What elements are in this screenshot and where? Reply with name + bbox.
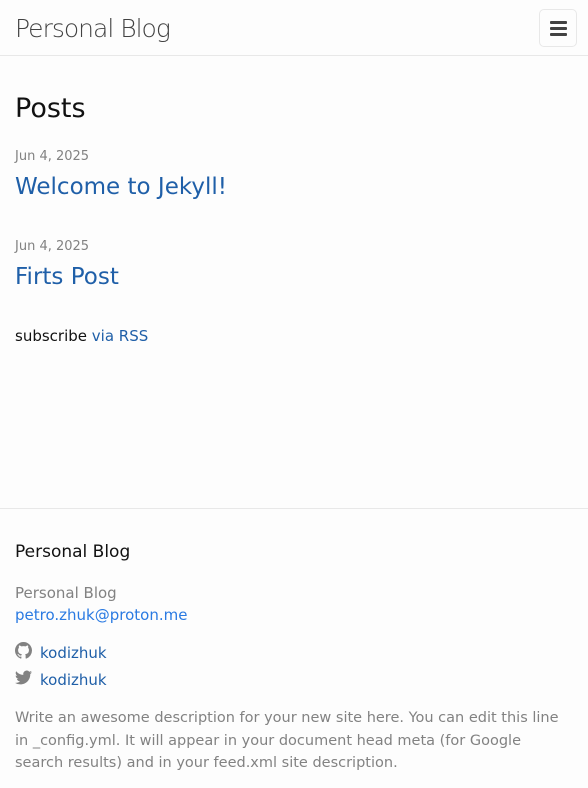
footer-email-link[interactable]: petro.zhuk@proton.me [15,605,187,625]
twitter-username-link[interactable]: kodizhuk [40,670,107,690]
site-title-link[interactable]: Personal Blog [15,12,171,46]
post-title-link[interactable]: Welcome to Jekyll! [15,173,227,201]
site-header: Personal Blog [0,0,588,56]
github-icon [15,642,32,659]
rss-subscribe: subscribe via RSS [15,326,148,346]
post-title-link[interactable]: Firts Post [15,263,119,291]
footer-site-name: Personal Blog [15,584,117,602]
page-heading: Posts [15,93,86,124]
rss-link[interactable]: via RSS [92,327,148,345]
footer-description: Write an awesome description for your ne… [15,710,559,771]
menu-button[interactable] [539,9,577,47]
rss-prefix: subscribe [15,327,87,345]
post-date: Jun 4, 2025 [15,239,90,254]
post-date: Jun 4, 2025 [15,149,90,164]
footer-heading: Personal Blog [15,542,131,562]
twitter-icon [15,669,32,686]
github-username-link[interactable]: kodizhuk [40,643,107,663]
